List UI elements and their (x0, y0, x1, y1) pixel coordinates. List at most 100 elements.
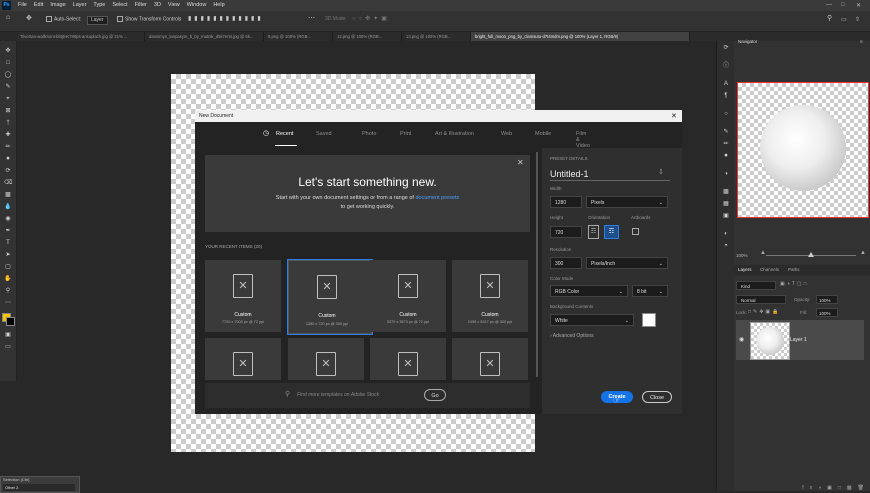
visibility-eye-icon[interactable]: ◉ (739, 336, 744, 343)
menu-select[interactable]: Select (112, 0, 127, 11)
maximize-icon[interactable]: □ (841, 2, 845, 8)
zoom-tool-icon[interactable]: ⚲ (4, 287, 12, 295)
history-brush-icon[interactable]: ⟳ (4, 167, 12, 175)
width-field[interactable]: 1280 (550, 196, 582, 208)
dodge-tool-icon[interactable]: ◉ (4, 215, 12, 223)
panel-menu-icon[interactable]: ≡ (860, 39, 863, 45)
tab-recent[interactable]: Recent (276, 131, 293, 137)
crop-tool-icon[interactable]: ⌖ (4, 95, 12, 103)
screen-mode-icon[interactable]: ▭ (4, 343, 12, 351)
align-icons[interactable]: ▮▮▮▮▮▮▮▮▮▮▮▮ (188, 15, 264, 22)
minimize-icon[interactable]: — (826, 2, 832, 8)
eyedropper-tool-icon[interactable]: † (4, 119, 12, 127)
resolution-unit-select[interactable]: Pixels/Inch ⌄ (586, 257, 668, 269)
bit-depth-select[interactable]: 8 bit ⌄ (632, 285, 668, 297)
gradient-tool-icon[interactable]: ▩ (4, 191, 12, 199)
menu-image[interactable]: Image (50, 0, 65, 11)
background-color-swatch[interactable] (6, 317, 15, 326)
swatches-icon[interactable]: ▦ (722, 200, 730, 208)
portrait-orientation-icon[interactable]: ☶ (588, 225, 599, 239)
frame-tool-icon[interactable]: ⊠ (4, 107, 12, 115)
document-presets-link[interactable]: document presets (416, 195, 460, 201)
auto-select-target-select[interactable]: Layer (87, 16, 108, 25)
banner-close-icon[interactable]: ✕ (517, 158, 524, 167)
document-tab[interactable]: 5.png @ 100% (RGB... (264, 32, 333, 41)
info-panel-icon[interactable]: ⓘ (722, 62, 730, 70)
resolution-field[interactable]: 300 (550, 257, 582, 269)
close-button[interactable]: Close (642, 391, 672, 403)
move-tool-icon[interactable]: ✥ (26, 14, 32, 22)
menu-layer[interactable]: Layer (73, 0, 87, 11)
navigator-tab[interactable]: Navigator (738, 39, 757, 44)
brush-settings-icon[interactable]: ✎ (722, 128, 730, 136)
tab-mobile[interactable]: Mobile (535, 131, 551, 137)
layer-actions-icons[interactable]: fx◑▣□▩🗑 (734, 485, 870, 491)
color-panel-icon[interactable]: ◐ (722, 230, 730, 238)
fill-field[interactable]: 100% (816, 308, 838, 317)
more-options-icon[interactable]: ⋯ (308, 14, 315, 22)
menu-type[interactable]: Type (93, 0, 105, 11)
height-field[interactable]: 720 (550, 226, 582, 238)
marquee-tool-icon[interactable]: □ (4, 59, 12, 67)
quick-mask-icon[interactable]: ▣ (4, 331, 12, 339)
background-contents-select[interactable]: White ⌄ (550, 314, 634, 326)
document-tab[interactable]: Tilvertan-wallknont-bbtjtnK780ps-ansupla… (16, 32, 145, 41)
pen-tool-icon[interactable]: ✒ (4, 227, 12, 235)
navigator-zoom[interactable]: 100% (736, 253, 748, 258)
tab-photo[interactable]: Photo (362, 131, 376, 137)
clone-source-icon[interactable]: ⏺ (722, 152, 730, 160)
3d-mode-icons[interactable]: ○○✥✦▣ (352, 15, 390, 22)
floating-panel-line1[interactable]: Selection (Ctrl) (3, 477, 29, 482)
hand-tool-icon[interactable]: ✋ (4, 275, 12, 283)
search-icon[interactable]: ⚲ (827, 14, 832, 22)
close-icon[interactable]: ✕ (856, 2, 861, 9)
menu-3d[interactable]: 3D (154, 0, 161, 11)
save-preset-icon[interactable]: ⇩ (658, 168, 664, 176)
document-tab[interactable]: 13.png @ 100% (RGB... (402, 32, 471, 41)
zoom-out-icon[interactable]: ▲ (760, 250, 766, 256)
layer-name[interactable]: Layer 1 (790, 337, 807, 343)
auto-select-checkbox[interactable]: Auto-Select: (46, 16, 81, 22)
background-color-swatch[interactable] (642, 313, 656, 327)
quick-select-tool-icon[interactable]: ✎ (4, 83, 12, 91)
type-tool-icon[interactable]: T (4, 239, 12, 247)
document-tab[interactable]: 12.png @ 100% (RGB... (333, 32, 402, 41)
menu-filter[interactable]: Filter (135, 0, 147, 11)
patterns-icon[interactable]: ▣ (722, 212, 730, 220)
stamp-tool-icon[interactable]: ⏺ (4, 155, 12, 163)
layer-filter-icons[interactable]: ▣◑T▢□ (780, 281, 809, 287)
width-unit-select[interactable]: Pixels ⌄ (586, 196, 668, 208)
adjustments-icon[interactable]: ◑ (722, 170, 730, 178)
recent-item-card[interactable]: ✕ (288, 338, 364, 380)
advanced-options-toggle[interactable]: › Advanced Options (550, 333, 594, 339)
navigator-thumbnail[interactable] (737, 82, 869, 218)
floating-panel-line2[interactable]: Other 2 (3, 484, 75, 491)
menu-file[interactable]: File (18, 0, 27, 11)
color-mode-select[interactable]: RGB Color ⌄ (550, 285, 628, 297)
home-icon[interactable]: ⌂ (6, 14, 10, 21)
tab-saved[interactable]: Saved (316, 131, 332, 137)
recent-item-card[interactable]: ✕ Custom 7700 x 7000 px @ 72 ppi (205, 260, 281, 332)
tab-art-illustration[interactable]: Art & Illustration (435, 131, 474, 137)
menu-window[interactable]: Window (187, 0, 207, 11)
path-select-icon[interactable]: ➤ (4, 251, 12, 259)
more-tools-icon[interactable]: ⋯ (4, 299, 12, 307)
recent-item-card[interactable]: ✕ (452, 338, 528, 380)
gradients-icon[interactable]: ◓ (722, 242, 730, 250)
recent-item-card[interactable]: ✕ (370, 338, 446, 380)
document-tab-active[interactable]: bright_full_moon_png_by_clamsuto-d7t4mdm… (471, 32, 690, 41)
channels-tab[interactable]: Channels (760, 267, 779, 272)
recent-item-card[interactable]: ✕ (205, 338, 281, 380)
brushes-panel-icon[interactable]: ✏ (722, 140, 730, 148)
layer-filter-kind[interactable]: Kind (736, 281, 776, 290)
styles-icon[interactable]: ▩ (722, 188, 730, 196)
brush-tool-icon[interactable]: ✏ (4, 143, 12, 151)
blur-tool-icon[interactable]: 💧 (4, 203, 12, 211)
recent-item-card-selected[interactable]: ✕ Custom 1280 x 720 px @ 300 ppi (287, 259, 373, 335)
recent-item-card[interactable]: ✕ Custom 3379 x 3573 px @ 72 ppi (370, 260, 446, 332)
zoom-slider-thumb[interactable] (808, 252, 814, 257)
document-name-field[interactable]: Untitled-1 (550, 169, 589, 179)
menu-view[interactable]: View (168, 0, 180, 11)
tab-web[interactable]: Web (501, 131, 512, 137)
move-tool-icon[interactable]: ✥ (4, 47, 12, 55)
